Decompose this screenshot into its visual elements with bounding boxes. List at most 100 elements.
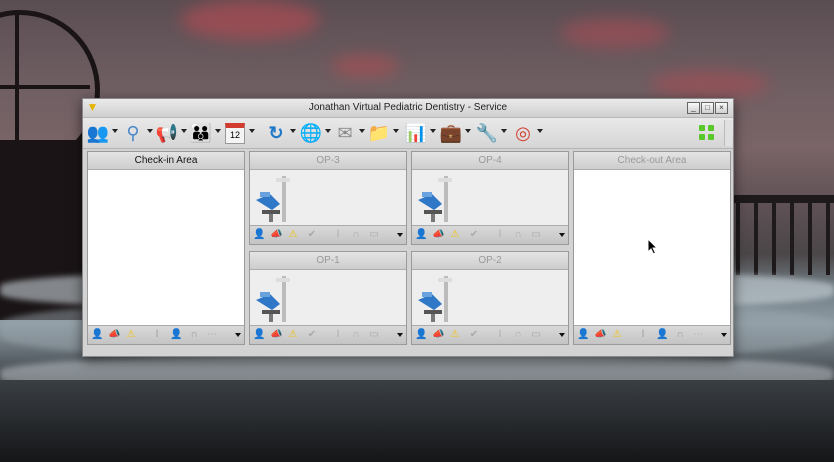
check-in-area-list[interactable]: [88, 170, 244, 325]
dropdown-arrow-icon[interactable]: [181, 129, 187, 133]
app-window: ▼ Jonathan Virtual Pediatric Dentistry -…: [82, 98, 734, 357]
megaphone-icon[interactable]: 📣: [270, 329, 282, 341]
patient-icon[interactable]: 👤: [577, 329, 589, 341]
op-3-panel[interactable]: OP-3 👤 📣 ⚠ ✔ ǀ ∩ ▭: [249, 151, 407, 245]
info-icon[interactable]: ǀ: [151, 329, 163, 341]
folder-icon: 📁: [367, 123, 391, 143]
maximize-icon: □: [705, 103, 710, 112]
op-4-room[interactable]: [412, 170, 568, 225]
check-icon[interactable]: ✔: [468, 229, 480, 241]
warning-icon[interactable]: ⚠: [449, 329, 461, 341]
dropdown-arrow-icon[interactable]: [559, 333, 565, 337]
warning-icon[interactable]: ⚠: [611, 329, 623, 341]
bell-icon[interactable]: ∩: [512, 329, 524, 341]
dropdown-arrow-icon[interactable]: [290, 129, 296, 133]
pier-right: [730, 195, 834, 275]
dropdown-arrow-icon[interactable]: [235, 333, 241, 337]
refresh-icon: ↻: [268, 123, 284, 143]
close-icon: ×: [719, 103, 724, 112]
info-icon[interactable]: ǀ: [332, 229, 344, 241]
dropdown-arrow-icon[interactable]: [359, 129, 365, 133]
info-icon[interactable]: ǀ: [494, 229, 506, 241]
megaphone-icon[interactable]: 📣: [594, 329, 606, 341]
dropdown-arrow-icon[interactable]: [721, 333, 727, 337]
dental-chair-icon: [418, 176, 452, 222]
title-bar[interactable]: ▼ Jonathan Virtual Pediatric Dentistry -…: [83, 99, 733, 118]
bell-icon[interactable]: ∩: [350, 329, 362, 341]
dropdown-arrow-icon[interactable]: [112, 129, 118, 133]
dropdown-arrow-icon[interactable]: [430, 129, 436, 133]
user-icon[interactable]: 👤: [170, 329, 182, 341]
check-in-area-panel[interactable]: Check-in Area 👤 📣 ⚠ ǀ 👤 ∩ ⋯: [87, 151, 245, 345]
sky-cloud: [330, 55, 400, 77]
dropdown-arrow-icon[interactable]: [249, 129, 255, 133]
folder-icon[interactable]: ▭: [368, 329, 380, 341]
folder-icon[interactable]: ▭: [530, 229, 542, 241]
op-2-room[interactable]: [412, 270, 568, 325]
folder-icon[interactable]: ▭: [530, 329, 542, 341]
patient-icon[interactable]: 👤: [91, 329, 103, 341]
bar-chart-icon: 📊: [404, 123, 428, 143]
megaphone-icon[interactable]: 📣: [432, 329, 444, 341]
megaphone-icon: 📢: [155, 123, 179, 143]
op-4-header: OP-4: [412, 152, 568, 170]
op-3-room[interactable]: [250, 170, 406, 225]
panel-footer: 👤 📣 ⚠ ✔ ǀ ∩ ▭: [250, 325, 406, 344]
patient-icon[interactable]: 👤: [415, 229, 427, 241]
dropdown-arrow-icon[interactable]: [397, 233, 403, 237]
close-button[interactable]: ×: [715, 102, 728, 114]
minimize-button[interactable]: _: [687, 102, 700, 114]
dropdown-arrow-icon[interactable]: [537, 129, 543, 133]
op-1-room[interactable]: [250, 270, 406, 325]
check-icon[interactable]: ✔: [306, 229, 318, 241]
patient-icon[interactable]: 👤: [415, 329, 427, 341]
wrench-icon: 🔧: [475, 123, 499, 143]
info-icon[interactable]: ǀ: [494, 329, 506, 341]
megaphone-icon[interactable]: 📣: [432, 229, 444, 241]
warning-icon[interactable]: ⚠: [125, 329, 137, 341]
grid-layout-icon[interactable]: [699, 125, 715, 141]
dropdown-arrow-icon[interactable]: [215, 129, 221, 133]
op-2-panel[interactable]: OP-2 👤 📣 ⚠ ✔ ǀ ∩ ▭: [411, 251, 569, 345]
op-1-panel[interactable]: OP-1 👤 📣 ⚠ ✔ ǀ ∩ ▭: [249, 251, 407, 345]
dropdown-arrow-icon[interactable]: [465, 129, 471, 133]
megaphone-icon[interactable]: 📣: [270, 229, 282, 241]
warning-icon[interactable]: ⚠: [287, 229, 299, 241]
warning-icon[interactable]: ⚠: [449, 229, 461, 241]
toolbar: 👥 ⚲ 📢 👪 12 ↻ 🌐 ✉ 📁 📊 💼 🔧 ◎: [83, 118, 733, 149]
bell-icon[interactable]: ∩: [512, 229, 524, 241]
megaphone-icon[interactable]: 📣: [108, 329, 120, 341]
toolbar-scrollbar[interactable]: [724, 120, 732, 146]
check-out-area-header: Check-out Area: [574, 152, 730, 170]
dropdown-arrow-icon[interactable]: [325, 129, 331, 133]
dropdown-arrow-icon[interactable]: [559, 233, 565, 237]
dropdown-arrow-icon[interactable]: [397, 333, 403, 337]
check-icon[interactable]: ✔: [306, 329, 318, 341]
warning-icon[interactable]: ⚠: [287, 329, 299, 341]
dropdown-arrow-icon[interactable]: [393, 129, 399, 133]
panel-footer: 👤 📣 ⚠ ✔ ǀ ∩ ▭: [250, 225, 406, 244]
check-in-area-header: Check-in Area: [88, 152, 244, 170]
dropdown-arrow-icon[interactable]: [501, 129, 507, 133]
user-icon[interactable]: 👤: [656, 329, 668, 341]
sky-cloud: [180, 0, 320, 40]
maximize-button[interactable]: □: [701, 102, 714, 114]
patient-icon[interactable]: 👤: [253, 329, 265, 341]
bell-icon[interactable]: ∩: [674, 329, 686, 341]
folder-icon[interactable]: ▭: [368, 229, 380, 241]
dropdown-arrow-icon[interactable]: [147, 129, 153, 133]
bell-icon[interactable]: ∩: [188, 329, 200, 341]
info-icon[interactable]: ǀ: [637, 329, 649, 341]
patient-icon[interactable]: 👤: [253, 229, 265, 241]
more-icon[interactable]: ⋯: [206, 329, 218, 341]
more-icon[interactable]: ⋯: [692, 329, 704, 341]
panel-footer: 👤 📣 ⚠ ✔ ǀ ∩ ▭: [412, 325, 568, 344]
globe-icon: 🌐: [299, 123, 323, 143]
calendar-icon: 12: [225, 123, 245, 144]
people-icon: 👥: [86, 123, 110, 143]
info-icon[interactable]: ǀ: [332, 329, 344, 341]
envelope-icon: ✉: [337, 123, 353, 143]
op-4-panel[interactable]: OP-4 👤 📣 ⚠ ✔ ǀ ∩ ▭: [411, 151, 569, 245]
bell-icon[interactable]: ∩: [350, 229, 362, 241]
check-icon[interactable]: ✔: [468, 329, 480, 341]
